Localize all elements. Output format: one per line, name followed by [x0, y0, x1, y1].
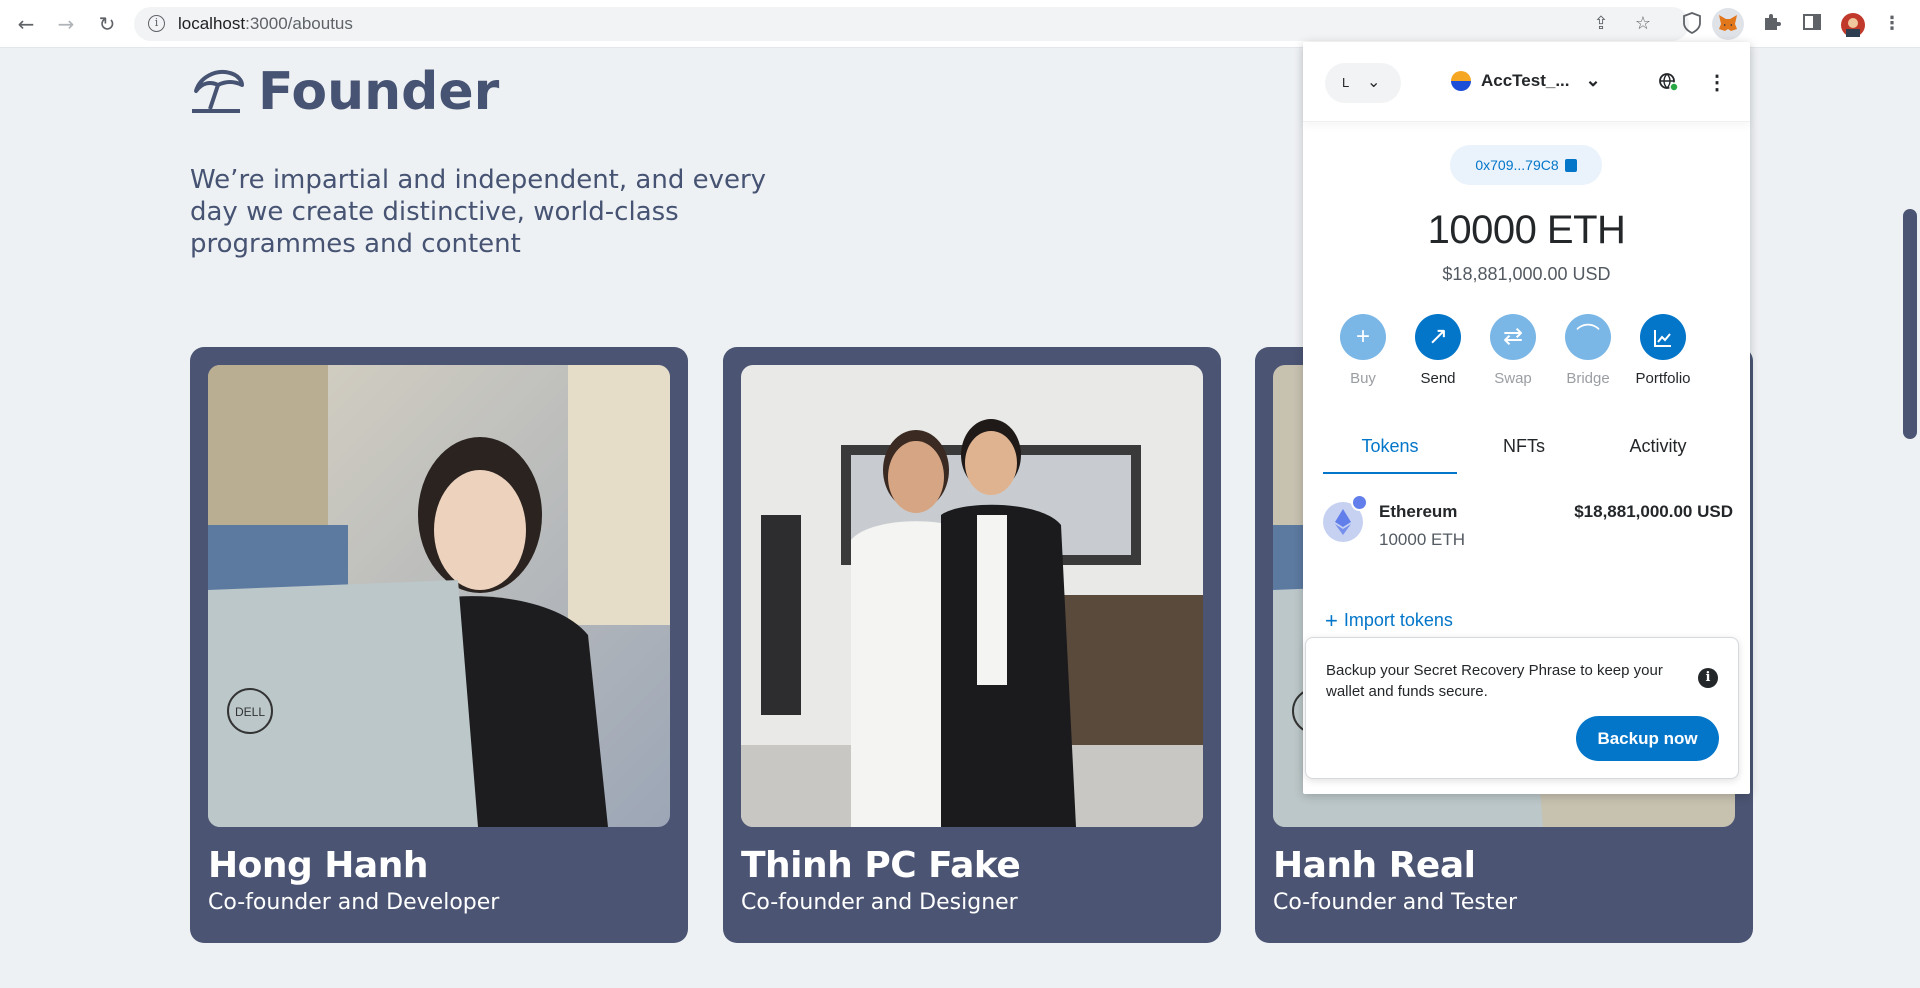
network-letter: L	[1342, 75, 1350, 90]
swap-button[interactable]: ⇄ Swap	[1473, 314, 1553, 387]
founder-name: Hanh Real	[1273, 845, 1476, 886]
swap-arrows-icon: ⇄	[1490, 314, 1536, 360]
plus-icon: +	[1340, 314, 1386, 360]
founder-card: Thinh PC Fake Co-founder and Designer	[723, 347, 1221, 943]
backup-now-button[interactable]: Backup now	[1576, 716, 1719, 761]
more-options-icon[interactable]: ⋮	[1707, 70, 1727, 95]
wallet-actions: + Buy ↗ Send ⇄ Swap ⌒ Bridge Portfolio	[1303, 314, 1750, 394]
founder-photo	[741, 365, 1203, 827]
token-amount: 10000 ETH	[1379, 530, 1465, 549]
buy-button[interactable]: + Buy	[1323, 314, 1403, 387]
send-label: Send	[1420, 370, 1456, 387]
bridge-button[interactable]: ⌒ Bridge	[1548, 314, 1628, 387]
forward-arrow-icon[interactable]: →	[54, 12, 78, 36]
token-row-ethereum[interactable]: Ethereum 10000 ETH $18,881,000.00 USD	[1323, 494, 1733, 564]
reload-icon[interactable]: ↻	[95, 12, 119, 36]
account-selector[interactable]: AccTest_... ⌄	[1451, 70, 1601, 91]
chevron-down-icon: ⌄	[1585, 70, 1601, 90]
backup-reminder-banner: Backup your Secret Recovery Phrase to ke…	[1305, 637, 1739, 779]
founder-role: Co-founder and Developer	[208, 890, 500, 915]
back-arrow-icon[interactable]: ←	[14, 12, 38, 36]
arrow-up-right-icon: ↗	[1415, 314, 1461, 360]
account-address: 0x709...79C8	[1475, 157, 1559, 173]
chrome-menu-icon[interactable]: ⋮	[1880, 12, 1904, 36]
tab-tokens[interactable]: Tokens	[1323, 426, 1457, 474]
bridge-icon: ⌒	[1565, 314, 1611, 360]
svg-text:DELL: DELL	[235, 705, 265, 719]
portfolio-label: Portfolio	[1635, 370, 1691, 387]
side-panel-icon[interactable]	[1800, 12, 1824, 36]
send-button[interactable]: ↗ Send	[1398, 314, 1478, 387]
extensions-puzzle-icon[interactable]	[1760, 12, 1784, 36]
info-icon[interactable]: i	[1698, 668, 1718, 688]
founder-name: Hong Hanh	[208, 845, 428, 886]
address-bar[interactable]: i localhost:3000/aboutus	[134, 7, 1689, 41]
intro-text: We’re impartial and independent, and eve…	[190, 165, 767, 259]
network-badge-icon	[1351, 494, 1368, 511]
network-selector[interactable]: L ⌄	[1325, 63, 1401, 103]
founder-role: Co-founder and Designer	[741, 890, 1018, 915]
browser-toolbar: ← → ↻ i localhost:3000/aboutus ⇪ ☆ ⋮	[0, 0, 1920, 48]
connected-sites-globe-icon[interactable]	[1658, 72, 1678, 92]
page-title: Founder	[190, 62, 499, 122]
backup-message: Backup your Secret Recovery Phrase to ke…	[1326, 662, 1663, 700]
founder-photo: DELL	[208, 365, 670, 827]
eth-balance: 10000 ETH	[1427, 208, 1626, 252]
metamask-fox-icon[interactable]	[1716, 12, 1740, 36]
bridge-label: Bridge	[1566, 370, 1610, 387]
chevron-down-icon: ⌄	[1367, 74, 1381, 91]
profile-avatar-icon[interactable]	[1840, 12, 1865, 37]
account-name: AccTest_...	[1481, 70, 1570, 90]
site-info-icon[interactable]: i	[148, 15, 165, 32]
wallet-tabs: Tokens NFTs Activity	[1323, 426, 1733, 476]
shield-extension-icon[interactable]	[1680, 12, 1704, 36]
fiat-balance: $18,881,000.00 USD	[1442, 264, 1611, 284]
token-fiat: $18,881,000.00 USD	[1574, 502, 1733, 521]
beach-umbrella-icon	[192, 70, 244, 113]
portfolio-button[interactable]: Portfolio	[1623, 314, 1703, 387]
founder-role: Co-founder and Tester	[1273, 890, 1518, 915]
import-tokens-label: Import tokens	[1343, 610, 1453, 630]
page-scrollbar-thumb[interactable]	[1903, 209, 1917, 439]
swap-label: Swap	[1494, 370, 1532, 387]
founder-name: Thinh PC Fake	[741, 845, 1021, 886]
tab-nfts[interactable]: NFTs	[1457, 426, 1591, 474]
account-address-button[interactable]: 0x709...79C8	[1450, 145, 1602, 185]
founder-heading: Founder	[258, 62, 500, 122]
plus-icon: +	[1325, 608, 1338, 633]
metamask-header: L ⌄ AccTest_... ⌄ ⋮	[1303, 42, 1750, 122]
copy-icon	[1564, 159, 1577, 172]
share-icon[interactable]: ⇪	[1589, 12, 1613, 36]
url-text: localhost:3000/aboutus	[178, 14, 353, 33]
token-name: Ethereum	[1379, 502, 1458, 521]
founder-card: DELL Hong Hanh Co-founder and Developer	[190, 347, 688, 943]
bookmark-star-icon[interactable]: ☆	[1631, 12, 1655, 36]
import-tokens-link[interactable]: + Import tokens	[1325, 608, 1453, 634]
buy-label: Buy	[1350, 370, 1376, 387]
tab-activity[interactable]: Activity	[1591, 426, 1725, 474]
account-avatar	[1451, 70, 1471, 91]
chart-icon	[1640, 314, 1686, 360]
